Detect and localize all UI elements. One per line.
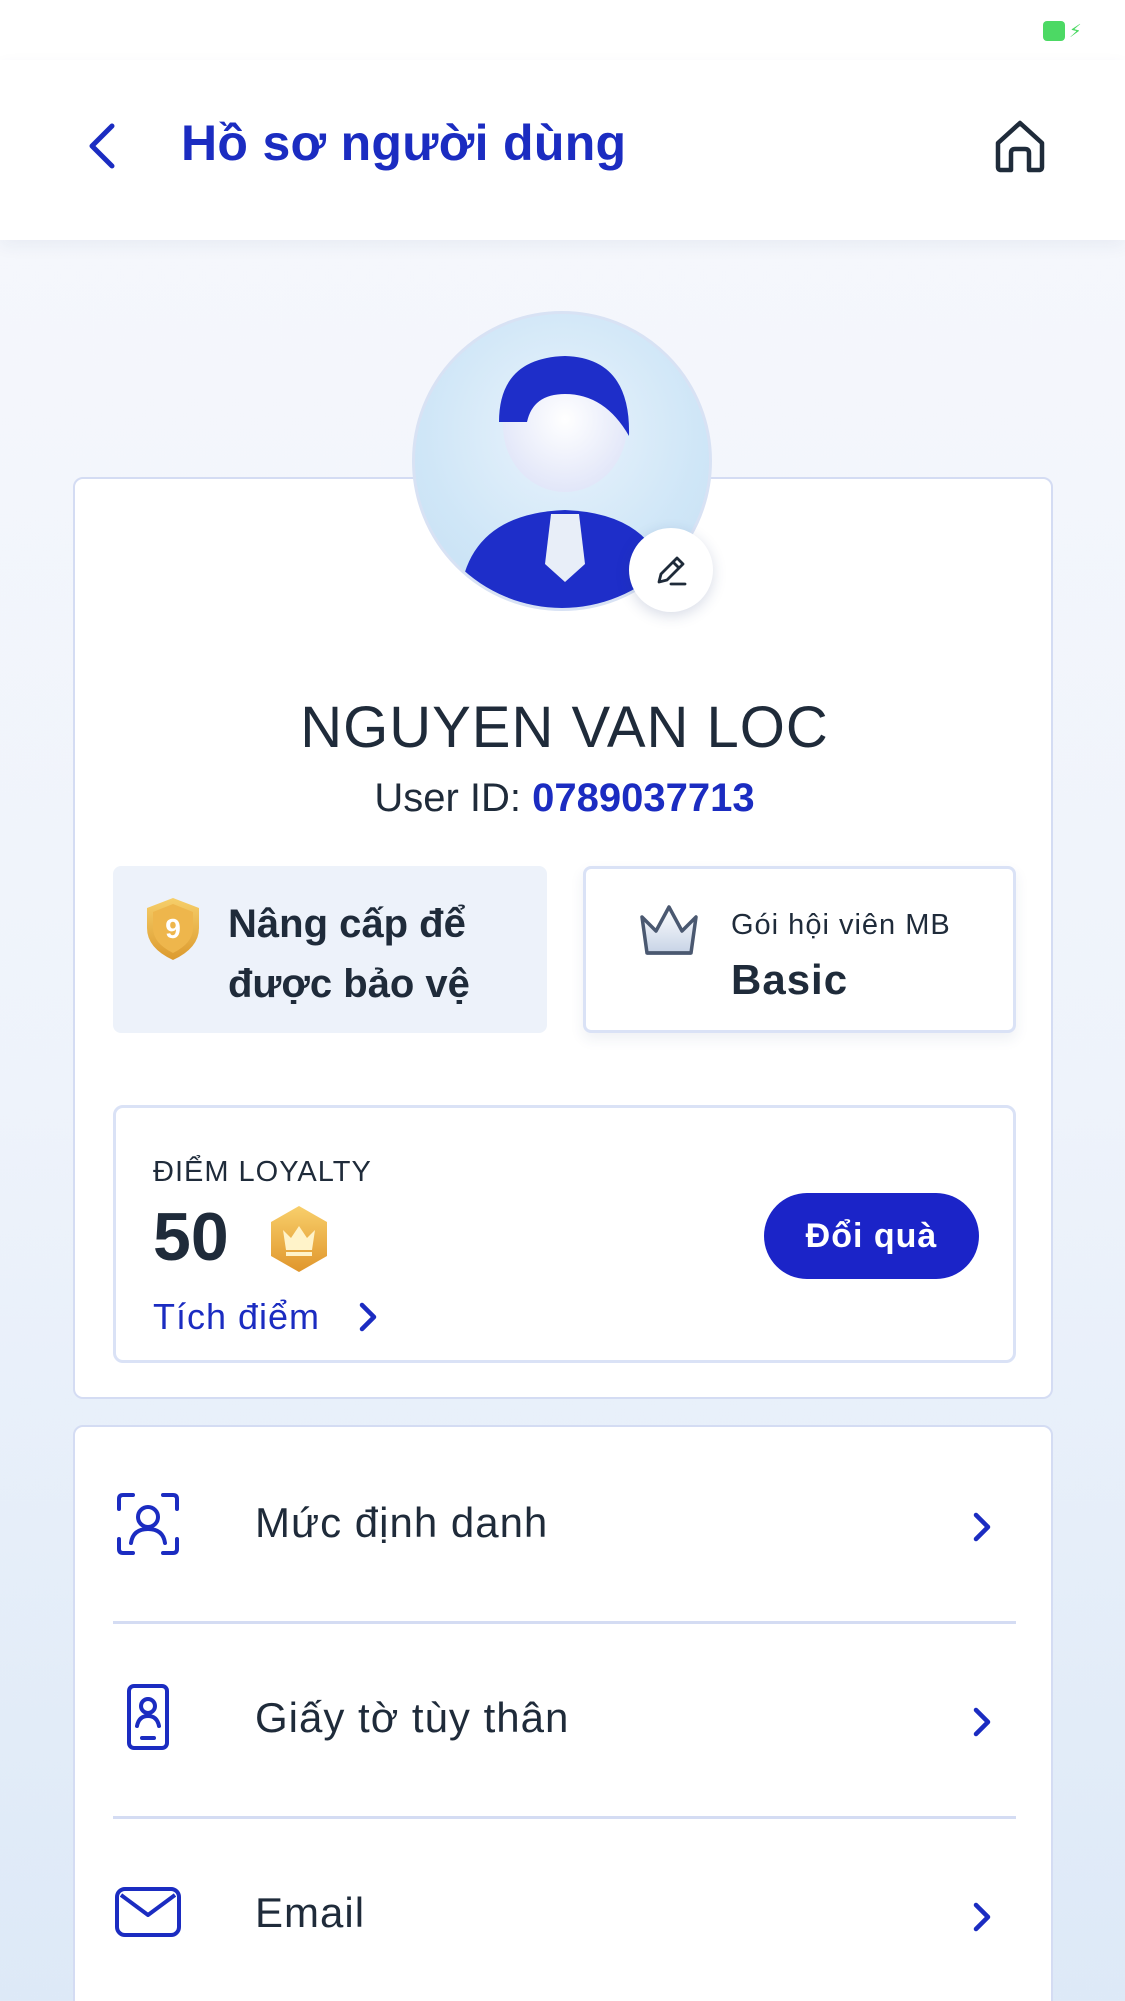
back-button[interactable] <box>80 116 130 176</box>
identity-scan-icon <box>117 1493 179 1555</box>
menu-item-label: Giấy tờ tùy thân <box>255 1694 570 1741</box>
user-id-label: User ID: <box>374 776 522 820</box>
home-icon <box>995 120 1045 173</box>
app-header: Hồ sơ người dùng <box>0 60 1125 240</box>
shield-icon: 9 <box>147 898 199 960</box>
envelope-icon <box>115 1887 181 1937</box>
chevron-right-icon <box>359 1302 377 1332</box>
home-button[interactable] <box>990 115 1050 175</box>
loyalty-box: ĐIỂM LOYALTY 50 Tích điểm Đổi quà <box>113 1105 1016 1363</box>
loyalty-points: 50 <box>153 1199 229 1275</box>
profile-card: 9 Nâng cấp để được bảo vệ Gói hội viên M… <box>73 477 1053 1399</box>
user-id-row: User ID: 0789037713 <box>2 776 1125 821</box>
upgrade-protection-box[interactable]: 9 Nâng cấp để được bảo vệ <box>113 866 547 1033</box>
battery-icon: ⚡ <box>1043 21 1082 41</box>
upgrade-text: Nâng cấp để được bảo vệ <box>228 902 470 1006</box>
shield-number: 9 <box>165 913 181 944</box>
menu-item-id-documents[interactable]: Giấy tờ tùy thân <box>113 1624 1016 1818</box>
menu-item-label: Email <box>255 1889 366 1936</box>
gold-crown-icon <box>271 1206 327 1272</box>
chevron-right-icon <box>973 1902 991 1932</box>
user-id-value: 0789037713 <box>532 776 755 820</box>
redeem-gift-button[interactable]: Đổi quà <box>764 1193 979 1279</box>
earn-points-label: Tích điểm <box>153 1296 321 1337</box>
menu-card: Mức định danh Giấy tờ tùy thân Email <box>73 1425 1053 2001</box>
membership-label: Gói hội viên MB <box>731 909 951 941</box>
chevron-right-icon <box>973 1512 991 1542</box>
menu-item-identity-level[interactable]: Mức định danh <box>113 1427 1016 1621</box>
chevron-left-icon <box>89 123 115 169</box>
status-bar: ⚡ <box>0 0 1125 60</box>
user-name: NGUYEN VAN LOC <box>300 695 829 760</box>
page-title: Hồ sơ người dùng <box>181 115 627 171</box>
earn-points-link[interactable]: Tích điểm <box>153 1292 380 1342</box>
membership-tier: Basic <box>731 956 849 1003</box>
menu-item-label: Mức định danh <box>255 1499 549 1546</box>
crown-icon <box>640 905 698 955</box>
menu-item-email[interactable]: Email <box>113 1819 1016 2001</box>
membership-box[interactable]: Gói hội viên MB Basic <box>583 866 1016 1033</box>
chevron-right-icon <box>973 1707 991 1737</box>
loyalty-label: ĐIỂM LOYALTY <box>153 1156 372 1188</box>
pencil-icon <box>657 556 687 586</box>
id-card-icon <box>127 1684 169 1750</box>
edit-avatar-button[interactable] <box>629 528 713 612</box>
